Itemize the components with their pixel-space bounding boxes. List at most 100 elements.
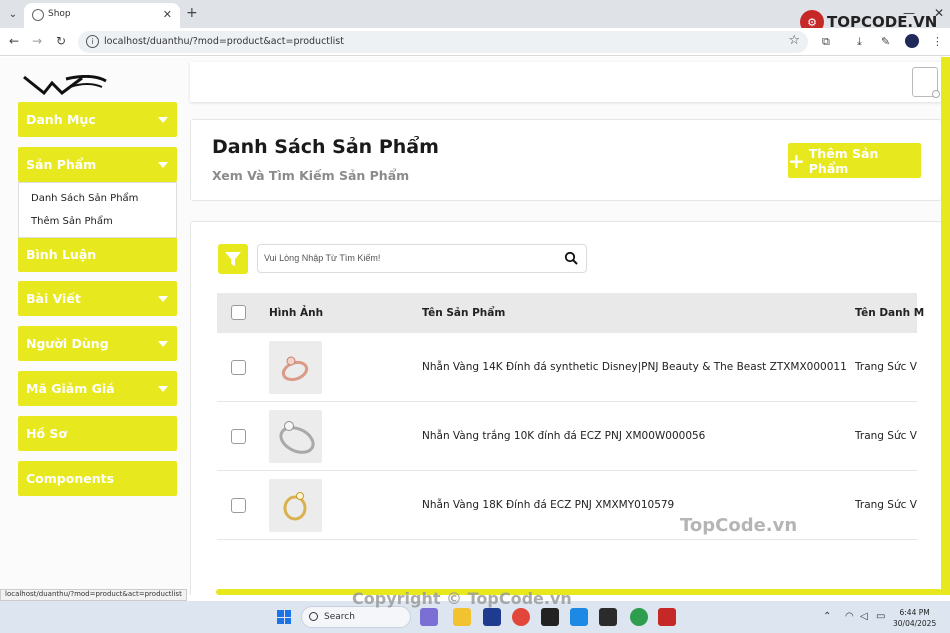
clock-date: 30/04/2025 [893, 619, 937, 628]
sidebar-item-ma-giam-gia[interactable]: Mã Giảm Giá [18, 371, 177, 406]
download-icon[interactable]: ⤓ [857, 35, 862, 49]
filter-icon [225, 252, 241, 266]
sidebar-item-label: Danh Mục [26, 112, 96, 127]
sidebar-item-label: Người Dùng [26, 336, 109, 351]
site-logo [23, 75, 107, 95]
site-info-icon[interactable]: i [86, 35, 99, 48]
sidebar-item-label: Components [26, 471, 115, 486]
sidebar-item-danh-muc[interactable]: Danh Mục [18, 102, 177, 137]
taskbar-search-label: Search [324, 612, 355, 622]
close-tab-icon[interactable]: ✕ [163, 8, 172, 21]
product-thumbnail [269, 479, 322, 532]
product-category: Trang Sức V [855, 499, 917, 511]
caret-down-icon [158, 296, 168, 302]
sidebar-item-label: Sản Phẩm [26, 157, 97, 172]
omnibox[interactable]: i localhost/duanthu/?mod=product&act=pro… [78, 31, 808, 53]
table-header: Hình Ảnh Tên Sản Phẩm Tên Danh M [217, 293, 924, 333]
vscode-icon[interactable] [570, 608, 588, 626]
close-window-icon[interactable]: ✕ [934, 6, 944, 20]
recorder-icon[interactable] [658, 608, 676, 626]
volume-icon[interactable]: ◁ [860, 611, 868, 622]
forward-icon[interactable]: → [32, 34, 42, 48]
page-header-card: Danh Sách Sản Phẩm Xem Và Tìm Kiếm Sản P… [190, 119, 942, 201]
browser-tab-bar: ⌄ Shop ✕ + ⚙ TOPCODE.VN — ✕ [0, 0, 950, 34]
sidebar-item-label: Mã Giảm Giá [26, 381, 115, 396]
battery-icon[interactable]: ▭ [876, 611, 885, 622]
table-row[interactable]: Nhẫn Vàng 14K Đính đá synthetic Disney|P… [217, 333, 917, 402]
sidebar-item-ho-so[interactable]: Hồ Sơ [18, 416, 177, 451]
product-name: Nhẫn Vàng 18K Đính đá ECZ PNJ XMXMY01057… [422, 499, 675, 511]
row-checkbox[interactable] [231, 429, 246, 444]
ring-image-icon [279, 421, 315, 454]
tab-search-icon[interactable]: ⌄ [4, 5, 22, 23]
ring-image-icon [283, 492, 307, 521]
sidebar-item-label: Bình Luận [26, 247, 97, 262]
profile-avatar[interactable] [905, 34, 919, 48]
row-checkbox[interactable] [231, 360, 246, 375]
select-all-checkbox[interactable] [231, 305, 246, 320]
clock-time: 6:44 PM [899, 608, 930, 617]
taskbar-search[interactable]: Search [301, 606, 411, 628]
column-header-category: Tên Danh M [855, 307, 925, 319]
submenu-item-product-list[interactable]: Danh Sách Sản Phẩm [31, 193, 138, 204]
sidebar-item-components[interactable]: Components [18, 461, 177, 496]
plus-icon: + [788, 148, 805, 173]
row-checkbox[interactable] [231, 498, 246, 513]
back-icon[interactable]: ← [9, 34, 19, 48]
horizontal-scrollbar[interactable] [216, 589, 942, 595]
notion-icon[interactable] [541, 608, 559, 626]
page-title: Danh Sách Sản Phẩm [212, 136, 439, 158]
filter-button[interactable] [218, 244, 248, 274]
chrome-icon[interactable] [512, 608, 530, 626]
submenu-item-add-product[interactable]: Thêm Sản Phẩm [31, 216, 113, 227]
wifi-icon[interactable]: ◠ [845, 611, 854, 622]
product-name: Nhẫn Vàng 14K Đính đá synthetic Disney|P… [422, 361, 847, 373]
edit-icon[interactable]: ✎ [881, 35, 890, 48]
table-row[interactable]: Nhẫn Vàng trắng 10K đính đá ECZ PNJ XM00… [217, 402, 917, 471]
column-header-image: Hình Ảnh [269, 307, 324, 319]
add-product-button[interactable]: + Thêm Sản Phẩm [788, 143, 921, 178]
vertical-scrollbar[interactable] [941, 57, 950, 595]
table-row[interactable]: Nhẫn Vàng 18K Đính đá ECZ PNJ XMXMY01057… [217, 471, 917, 540]
add-product-label: Thêm Sản Phẩm [808, 145, 879, 176]
search-input[interactable] [264, 253, 554, 263]
copyright-watermark: Copyright © TopCode.vn [352, 589, 572, 608]
chevron-up-icon[interactable]: ⌃ [823, 611, 831, 622]
app-hs-icon[interactable] [630, 608, 648, 626]
sidebar-item-san-pham[interactable]: Sản Phẩm [18, 147, 177, 182]
sidebar-item-nguoi-dung[interactable]: Người Dùng [18, 326, 177, 361]
minimize-icon[interactable]: — [903, 6, 915, 20]
widgets-app-icon[interactable] [420, 608, 438, 626]
reload-icon[interactable]: ↻ [56, 34, 66, 48]
launcher-app-icon[interactable] [483, 608, 501, 626]
bookmark-star-icon[interactable]: ☆ [788, 33, 800, 48]
user-avatar[interactable] [912, 67, 940, 98]
more-menu-icon[interactable]: ⋮ [932, 35, 943, 48]
top-bar [190, 62, 942, 102]
column-header-name: Tên Sản Phẩm [422, 307, 506, 319]
address-bar: ← → ↻ i localhost/duanthu/?mod=product&a… [0, 28, 950, 56]
url-text[interactable]: localhost/duanthu/?mod=product&act=produ… [104, 36, 344, 47]
admin-page: Danh Mục Sản Phẩm Danh Sách Sản Phẩm Thê… [0, 57, 950, 595]
file-explorer-icon[interactable] [453, 608, 471, 626]
watermark-text: TopCode.vn [680, 515, 798, 536]
extensions-icon[interactable]: ⧉ [822, 35, 830, 49]
globe-icon [32, 9, 44, 21]
taskbar-clock[interactable]: 6:44 PM 30/04/2025 [893, 607, 936, 629]
terminal-icon[interactable] [599, 608, 617, 626]
sidebar-item-bai-viet[interactable]: Bài Viết [18, 281, 177, 316]
search-icon [309, 612, 318, 621]
status-bar-url: localhost/duanthu/?mod=product&act=produ… [0, 589, 187, 601]
windows-start-icon[interactable] [277, 610, 291, 624]
caret-down-icon [158, 341, 168, 347]
search-icon[interactable] [564, 251, 578, 265]
product-category: Trang Sức V [855, 361, 917, 373]
product-thumbnail [269, 341, 322, 394]
product-thumbnail [269, 410, 322, 463]
browser-tab[interactable]: Shop ✕ [24, 3, 180, 28]
sidebar-item-binh-luan[interactable]: Bình Luận [18, 237, 177, 272]
caret-down-icon [158, 162, 168, 168]
sidebar-item-label: Bài Viết [26, 291, 81, 306]
caret-down-icon [158, 117, 168, 123]
new-tab-icon[interactable]: + [186, 5, 198, 21]
